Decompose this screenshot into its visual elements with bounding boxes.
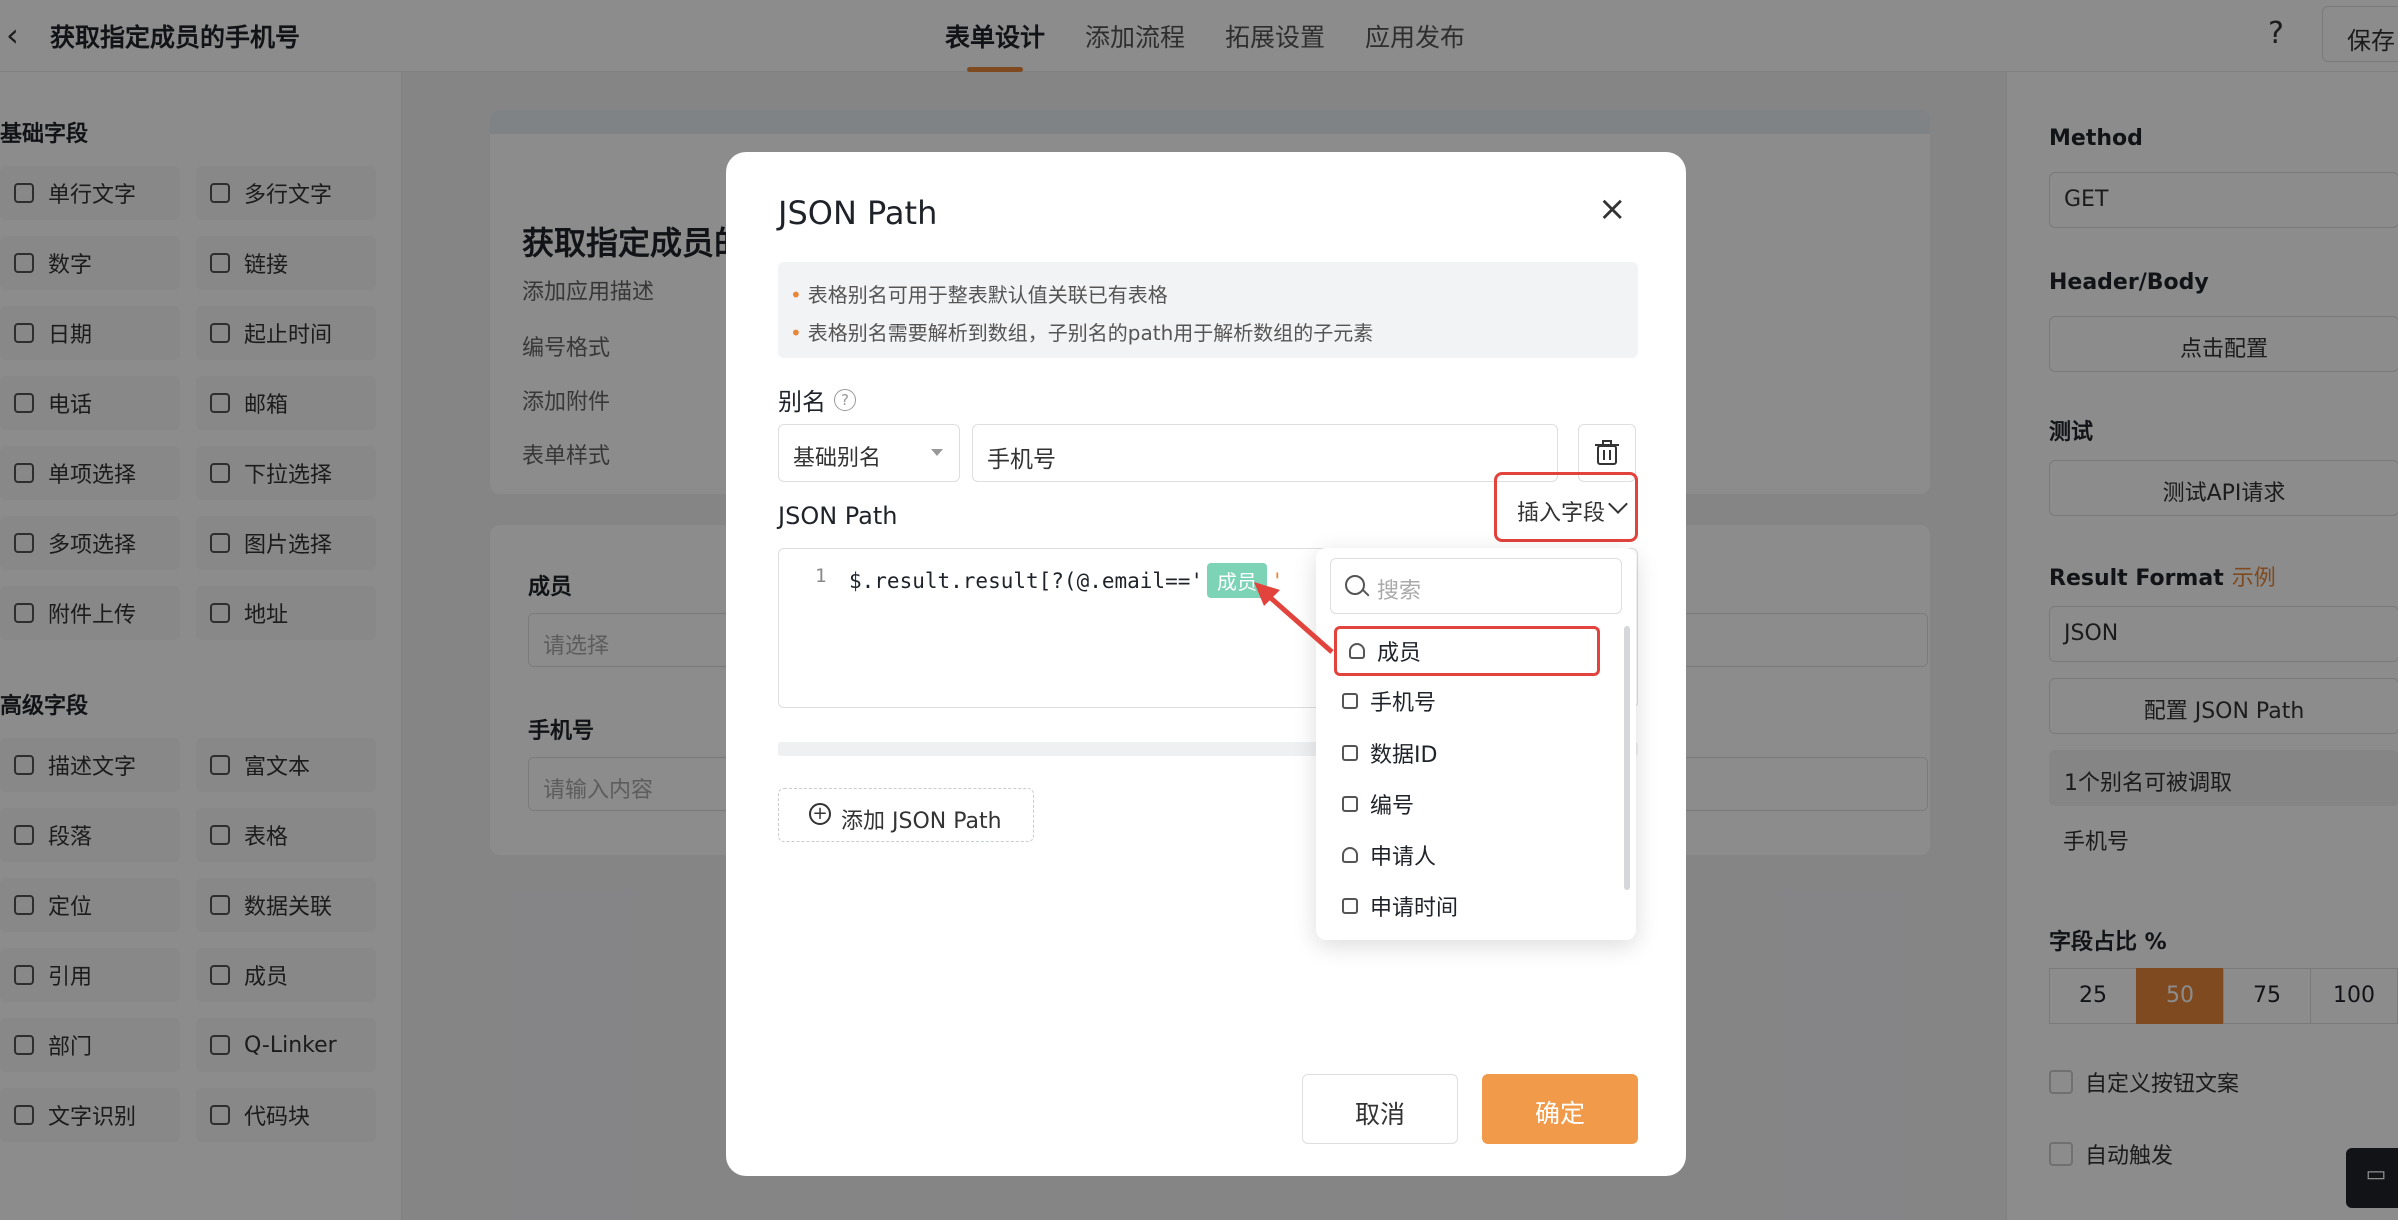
alias-name-input[interactable]: 手机号 <box>972 424 1558 482</box>
dropdown-item-serial[interactable]: 编号 <box>1330 779 1606 829</box>
dropdown-item-applicant[interactable]: 申请人 <box>1330 830 1606 880</box>
plus-circle-icon: + <box>809 803 831 825</box>
help-circle-icon[interactable]: ? <box>834 388 856 411</box>
dropdown-item-apply-time[interactable]: 申请时间 <box>1330 881 1606 931</box>
tip-2: 表格别名需要解析到数组，子别名的path用于解析数组的子元素 <box>790 314 1626 352</box>
alias-label-text: 别名 <box>778 388 826 416</box>
dropdown-item-member[interactable]: 成员 <box>1334 626 1600 676</box>
tips-box: 表格别名可用于整表默认值关联已有表格 表格别名需要解析到数组，子别名的path用… <box>778 262 1638 358</box>
caret-down-icon <box>931 449 943 456</box>
person-icon <box>1349 643 1365 659</box>
insert-field-label: 插入字段 <box>1517 501 1606 526</box>
trash-icon <box>1595 440 1619 465</box>
dropdown-item-label: 数据ID <box>1370 743 1438 768</box>
number-icon <box>1342 745 1358 761</box>
close-icon[interactable]: × <box>1598 192 1627 226</box>
tip-1: 表格别名可用于整表默认值关联已有表格 <box>790 276 1626 314</box>
alias-type-select[interactable]: 基础别名 <box>778 424 960 482</box>
alias-type-value: 基础别名 <box>793 446 882 471</box>
search-icon <box>1345 575 1365 595</box>
cancel-button[interactable]: 取消 <box>1302 1074 1458 1144</box>
dialog-title: JSON Path <box>778 194 938 232</box>
dropdown-scrollbar[interactable] <box>1624 626 1630 890</box>
field-search-placeholder: 搜索 <box>1377 579 1422 604</box>
annotation-arrow-icon <box>1254 582 1334 654</box>
confirm-button[interactable]: 确定 <box>1482 1074 1638 1144</box>
field-search-input[interactable]: 搜索 <box>1330 558 1622 614</box>
dropdown-item-label: 编号 <box>1370 794 1415 819</box>
add-jsonpath-label: 添加 JSON Path <box>841 809 1002 834</box>
code-line[interactable]: $.result.result[?(@.email==' 成员 ' <box>849 563 1284 598</box>
chevron-down-icon <box>1608 494 1628 514</box>
line-number: 1 <box>815 565 827 587</box>
insert-field-button[interactable]: 插入字段 <box>1494 472 1638 542</box>
dropdown-item-label: 手机号 <box>1370 691 1437 716</box>
dropdown-item-label: 成员 <box>1377 641 1422 666</box>
insert-field-dropdown: 搜索 成员 手机号 数据ID 编号 申请人 申请时间 <box>1316 548 1636 940</box>
jsonpath-label: JSON Path <box>778 502 898 530</box>
number-icon <box>1342 796 1358 812</box>
dropdown-item-label: 申请时间 <box>1370 896 1459 921</box>
calendar-icon <box>1342 898 1358 914</box>
alias-label: 别名 ? <box>778 382 856 417</box>
code-prefix: $.result.result[?(@.email==' <box>849 568 1204 593</box>
dropdown-item-data-id[interactable]: 数据ID <box>1330 728 1606 778</box>
text-field-icon <box>1342 693 1358 709</box>
dropdown-item-phone[interactable]: 手机号 <box>1330 676 1606 726</box>
dropdown-item-label: 申请人 <box>1370 845 1437 870</box>
person-icon <box>1342 847 1358 863</box>
add-jsonpath-button[interactable]: + 添加 JSON Path <box>778 788 1034 842</box>
